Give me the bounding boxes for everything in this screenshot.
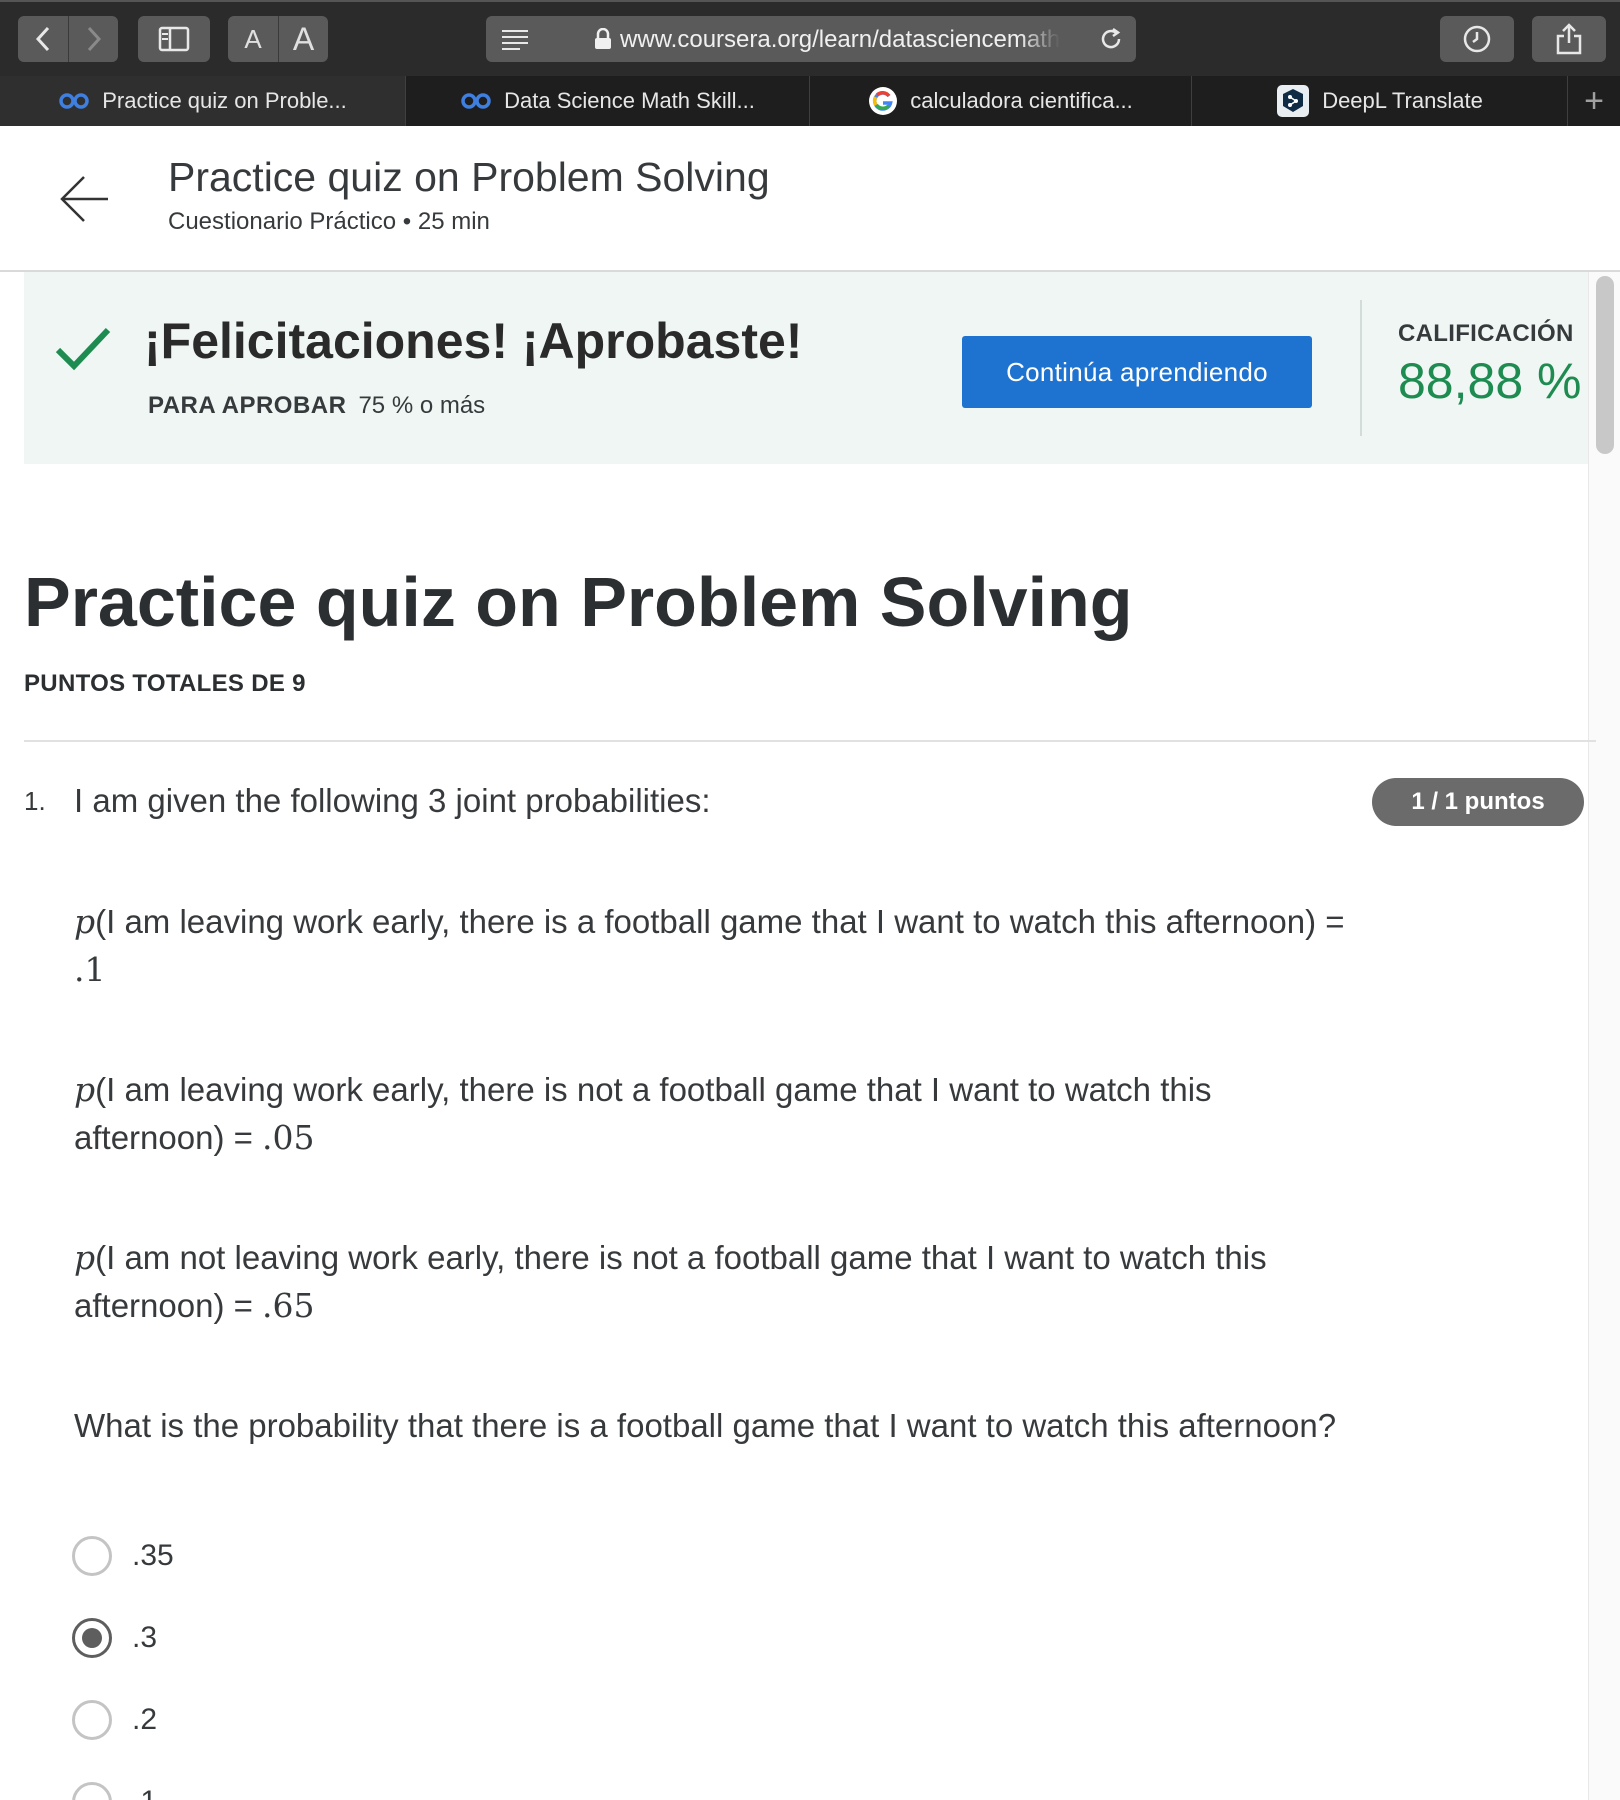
radio-button[interactable] bbox=[72, 1700, 112, 1740]
decrease-text-button[interactable]: A bbox=[228, 16, 278, 62]
radio-button[interactable] bbox=[72, 1536, 112, 1576]
tab-bar: Practice quiz on Proble... Data Science … bbox=[0, 76, 1620, 126]
tab-data-science-math[interactable]: Data Science Math Skill... bbox=[406, 76, 810, 126]
coursera-icon bbox=[58, 92, 90, 110]
browser-toolbar: A A www.coursera.org/learn/datasciencema… bbox=[0, 0, 1620, 76]
forward-button[interactable] bbox=[68, 16, 118, 62]
google-icon bbox=[868, 86, 898, 116]
question-prompt: What is the probability that there is a … bbox=[74, 1407, 1337, 1444]
url-text: www.coursera.org/learn/datasciencemathsk… bbox=[620, 26, 1060, 54]
radio-button-selected[interactable] bbox=[72, 1618, 112, 1658]
share-button[interactable] bbox=[1532, 16, 1606, 62]
tab-calculadora[interactable]: calculadora cientifica... bbox=[810, 76, 1192, 126]
nav-buttons bbox=[18, 16, 118, 62]
back-arrow-icon[interactable] bbox=[56, 171, 112, 227]
grade-value: 88,88 % bbox=[1398, 353, 1582, 409]
quiz-total-points: PUNTOS TOTALES DE 9 bbox=[24, 670, 306, 697]
check-icon bbox=[55, 327, 111, 371]
text-size-buttons: A A bbox=[228, 16, 328, 62]
prob-text: (I am leaving work early, there is not a… bbox=[74, 1071, 1212, 1156]
clock-icon bbox=[1463, 25, 1491, 53]
question-number: 1. bbox=[24, 786, 46, 816]
lock-icon bbox=[595, 28, 611, 49]
sidebar-button[interactable] bbox=[138, 16, 210, 62]
plus-icon: + bbox=[1584, 81, 1604, 120]
pass-requirement-value: 75 % o más bbox=[358, 392, 486, 419]
new-tab-button[interactable]: + bbox=[1568, 76, 1620, 126]
quiz-title: Practice quiz on Problem Solving bbox=[24, 563, 1133, 641]
banner-divider bbox=[1360, 300, 1362, 436]
prob-text: (I am leaving work early, there is a foo… bbox=[95, 903, 1345, 940]
answer-option[interactable]: .35 bbox=[72, 1534, 174, 1578]
pass-banner: ¡Felicitaciones! ¡Aprobaste! PARA APROBA… bbox=[24, 272, 1588, 464]
history-button[interactable] bbox=[1440, 16, 1514, 62]
share-icon bbox=[1556, 23, 1582, 55]
probability-statement: p(I am not leaving work early, there is … bbox=[74, 1234, 1364, 1330]
answer-option[interactable]: .1 bbox=[72, 1780, 157, 1800]
increase-text-button[interactable]: A bbox=[278, 16, 328, 62]
reload-icon[interactable] bbox=[1098, 26, 1124, 52]
sidebar-icon bbox=[158, 26, 190, 52]
address-bar[interactable]: www.coursera.org/learn/datasciencemathsk… bbox=[486, 16, 1136, 62]
answer-option-label: .35 bbox=[132, 1539, 174, 1572]
divider bbox=[24, 740, 1596, 742]
page-title: Practice quiz on Problem Solving bbox=[168, 154, 770, 200]
probability-statement: p(I am leaving work early, there is not … bbox=[74, 1066, 1364, 1162]
question-intro: I am given the following 3 joint probabi… bbox=[74, 782, 711, 819]
prob-value: .65 bbox=[262, 1286, 315, 1325]
prob-value: .1 bbox=[74, 950, 106, 989]
tab-label: Data Science Math Skill... bbox=[504, 88, 755, 113]
answer-option-label: .2 bbox=[132, 1703, 158, 1736]
prob-symbol: p bbox=[74, 1238, 96, 1277]
scrollbar-track[interactable] bbox=[1588, 272, 1620, 1800]
question-score-badge: 1 / 1 puntos bbox=[1372, 778, 1584, 826]
answer-option-label: .3 bbox=[132, 1621, 158, 1654]
deepl-icon bbox=[1276, 84, 1310, 118]
pass-requirement-label: PARA APROBAR bbox=[148, 392, 347, 419]
reader-view-icon[interactable] bbox=[500, 27, 530, 51]
continue-learning-button[interactable]: Continúa aprendiendo bbox=[962, 336, 1312, 408]
tab-label: Practice quiz on Proble... bbox=[102, 88, 347, 113]
chevron-right-icon bbox=[87, 26, 101, 52]
chevron-left-icon bbox=[35, 26, 50, 52]
tab-deepl[interactable]: DeepL Translate bbox=[1192, 76, 1568, 126]
scrollbar-thumb[interactable] bbox=[1596, 276, 1614, 454]
tab-label: calculadora cientifica... bbox=[910, 88, 1133, 113]
answer-option[interactable]: .2 bbox=[72, 1698, 157, 1742]
prob-symbol: p bbox=[74, 902, 96, 941]
answer-option-label: .1 bbox=[132, 1785, 157, 1800]
pass-requirement: PARA APROBAR 75 % o más bbox=[148, 392, 485, 420]
pass-message: ¡Felicitaciones! ¡Aprobaste! bbox=[144, 313, 803, 369]
prob-text: (I am not leaving work early, there is n… bbox=[74, 1239, 1267, 1324]
back-button[interactable] bbox=[18, 16, 68, 62]
answer-option[interactable]: .3 bbox=[72, 1616, 157, 1660]
tab-practice-quiz[interactable]: Practice quiz on Proble... bbox=[0, 76, 406, 126]
page-subtitle: Cuestionario Práctico • 25 min bbox=[168, 208, 490, 235]
grade-label: CALIFICACIÓN bbox=[1398, 320, 1574, 347]
prob-symbol: p bbox=[74, 1070, 96, 1109]
prob-value: .05 bbox=[262, 1118, 315, 1157]
tab-label: DeepL Translate bbox=[1322, 88, 1483, 113]
radio-button[interactable] bbox=[72, 1782, 112, 1800]
coursera-icon bbox=[460, 92, 492, 110]
page-header: Practice quiz on Problem Solving Cuestio… bbox=[0, 126, 1620, 272]
probability-statement: p(I am leaving work early, there is a fo… bbox=[74, 898, 1364, 994]
